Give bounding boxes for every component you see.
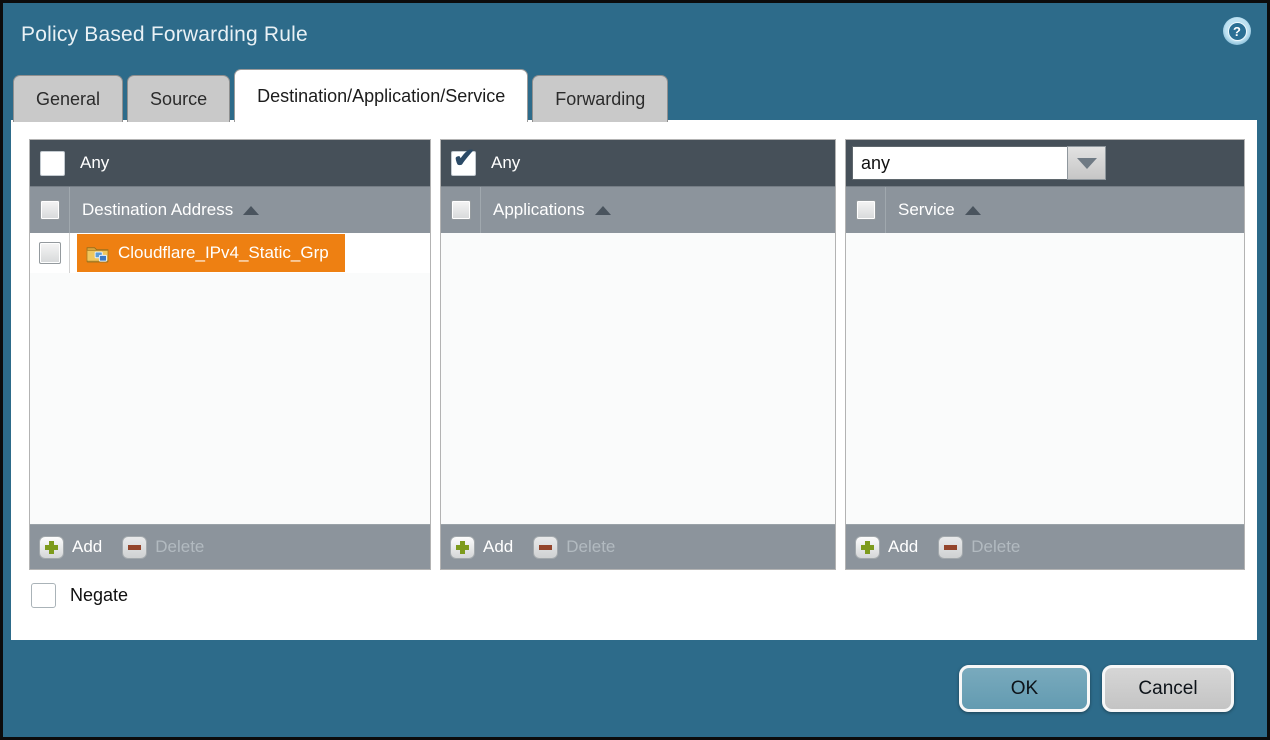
destination-footer: Add Delete [30,524,430,569]
sort-ascending-icon[interactable] [595,206,611,215]
row-checkbox-cell [30,233,70,273]
add-icon [855,536,880,559]
service-header-label-wrap: Service [898,200,981,220]
destination-header-label-wrap: Destination Address [82,200,259,220]
applications-delete-button[interactable]: Delete [533,536,615,559]
tab-bar: General Source Destination/Application/S… [13,69,668,122]
address-group-icon [86,244,109,263]
negate-label: Negate [70,585,128,606]
cancel-button-label: Cancel [1138,678,1197,700]
applications-any-checkbox[interactable] [451,151,476,176]
tab-destination-label: Destination/Application/Service [257,86,505,107]
tab-destination-application-service[interactable]: Destination/Application/Service [234,69,528,122]
add-icon [450,536,475,559]
destination-selectall-cell [30,187,70,233]
tab-source-label: Source [150,89,207,110]
delete-label: Delete [971,537,1020,557]
service-footer: Add Delete [846,524,1244,569]
delete-icon [938,536,963,559]
service-selectall-checkbox[interactable] [856,200,876,220]
negate-option: Negate [31,583,128,608]
destination-list: Cloudflare_IPv4_Static_Grp [30,233,430,524]
applications-column: Any Applications Add [440,139,836,570]
tab-forwarding-label: Forwarding [555,89,645,110]
service-dropdown-button[interactable] [1067,146,1106,180]
question-mark-glyph: ? [1228,22,1247,41]
title-bar: Policy Based Forwarding Rule ? [3,3,1267,67]
add-label: Add [483,537,513,557]
applications-list [441,233,835,524]
service-dropdown [852,146,1106,180]
address-group-name: Cloudflare_IPv4_Static_Grp [118,243,329,263]
destination-add-button[interactable]: Add [39,536,102,559]
applications-add-button[interactable]: Add [450,536,513,559]
applications-selectall-cell [441,187,481,233]
tab-source[interactable]: Source [127,75,230,122]
table-row[interactable]: Cloudflare_IPv4_Static_Grp [30,233,430,273]
destination-column-header[interactable]: Destination Address [30,186,430,233]
chevron-down-icon [1077,158,1097,169]
tab-content-panel: Any Destination Address [11,120,1257,640]
dialog-title: Policy Based Forwarding Rule [21,23,308,47]
destination-any-checkbox[interactable] [40,151,65,176]
service-dropdown-input[interactable] [852,146,1067,180]
sort-ascending-icon[interactable] [243,206,259,215]
service-add-button[interactable]: Add [855,536,918,559]
add-label: Add [72,537,102,557]
sort-ascending-icon[interactable] [965,206,981,215]
applications-any-label: Any [491,153,520,173]
applications-header-label-wrap: Applications [493,200,611,220]
delete-label: Delete [155,537,204,557]
add-icon [39,536,64,559]
cancel-button[interactable]: Cancel [1102,665,1234,712]
delete-icon [533,536,558,559]
service-column-header[interactable]: Service [846,186,1244,233]
service-header-label: Service [898,200,955,220]
applications-any-bar: Any [441,140,835,186]
destination-delete-button[interactable]: Delete [122,536,204,559]
tab-general[interactable]: General [13,75,123,122]
delete-icon [122,536,147,559]
tab-general-label: General [36,89,100,110]
applications-selectall-checkbox[interactable] [451,200,471,220]
applications-column-header[interactable]: Applications [441,186,835,233]
service-column: Service Add Delete [845,139,1245,570]
ok-button[interactable]: OK [959,665,1090,712]
delete-label: Delete [566,537,615,557]
address-group-item[interactable]: Cloudflare_IPv4_Static_Grp [77,234,345,272]
destination-header-label: Destination Address [82,200,233,220]
destination-address-column: Any Destination Address [29,139,431,570]
service-list [846,233,1244,524]
help-icon[interactable]: ? [1223,17,1251,45]
service-delete-button[interactable]: Delete [938,536,1020,559]
applications-footer: Add Delete [441,524,835,569]
service-dropdown-bar [846,140,1244,186]
selection-columns: Any Destination Address [29,139,1245,570]
tab-forwarding[interactable]: Forwarding [532,75,668,122]
destination-any-bar: Any [30,140,430,186]
add-label: Add [888,537,918,557]
negate-checkbox[interactable] [31,583,56,608]
service-selectall-cell [846,187,886,233]
applications-header-label: Applications [493,200,585,220]
row-checkbox[interactable] [39,242,61,264]
destination-any-label: Any [80,153,109,173]
destination-selectall-checkbox[interactable] [40,200,60,220]
ok-button-label: OK [1011,678,1038,700]
policy-based-forwarding-dialog: Policy Based Forwarding Rule ? General S… [0,0,1270,740]
